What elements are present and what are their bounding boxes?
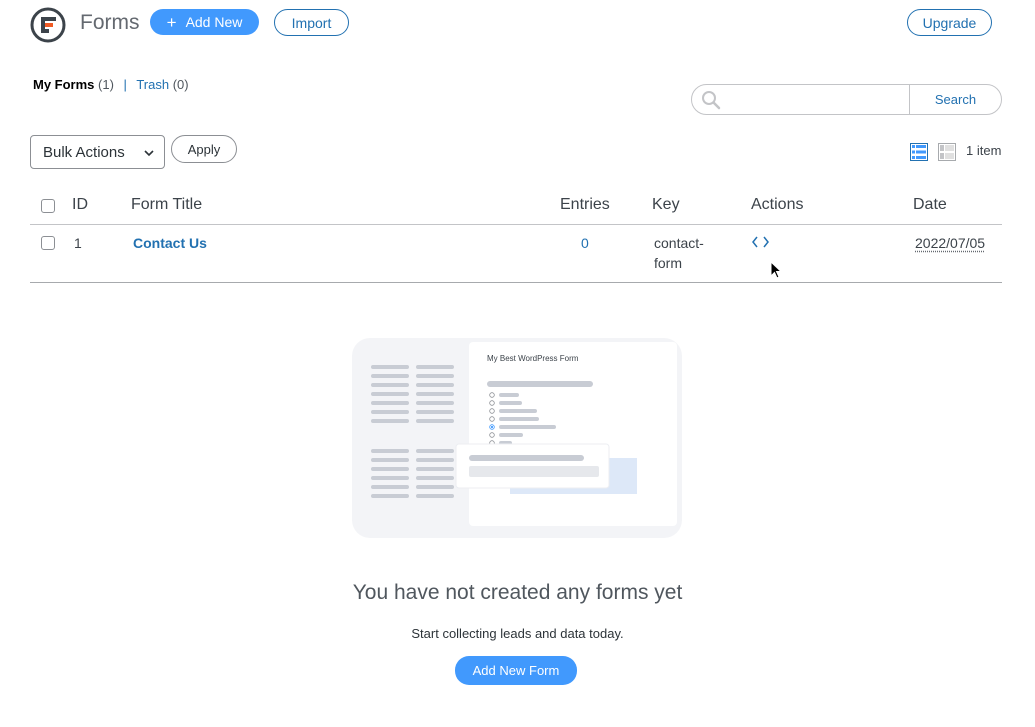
search-button[interactable]: Search — [910, 85, 1001, 114]
column-header-id[interactable]: ID — [72, 196, 88, 214]
bulk-actions-select[interactable]: Bulk Actions — [30, 135, 165, 169]
column-header-date[interactable]: Date — [913, 196, 947, 214]
table-bottom-divider — [30, 282, 1002, 283]
form-key-line-1: contact- — [654, 235, 704, 251]
empty-state-subtext: Start collecting leads and data today. — [411, 626, 624, 641]
column-header-form-title[interactable]: Form Title — [131, 196, 202, 214]
plus-icon: + — [166, 12, 177, 32]
form-key-line-2: form — [654, 255, 682, 271]
code-embed-icon[interactable] — [752, 235, 769, 253]
import-button[interactable]: Import — [274, 9, 349, 36]
entries-count-link[interactable]: 0 — [581, 235, 589, 251]
form-title-link[interactable]: Contact Us — [133, 235, 207, 251]
excerpt-view-icon[interactable] — [938, 143, 956, 166]
trash-count: (0) — [172, 77, 189, 92]
my-forms-link[interactable]: My Forms — [33, 77, 94, 92]
empty-state-illustration: My Best WordPress Form — [352, 336, 682, 539]
cursor-icon — [770, 260, 783, 284]
table-row — [30, 225, 1002, 282]
bulk-actions-value: Bulk Actions — [43, 143, 125, 161]
list-view-icon[interactable] — [910, 143, 928, 166]
add-new-button[interactable]: + Add New — [150, 9, 259, 35]
search-box: Search — [691, 84, 1002, 115]
page-title: Forms — [80, 11, 140, 34]
add-new-label: Add New — [185, 14, 243, 30]
select-all-checkbox[interactable] — [41, 199, 55, 213]
formidable-logo-icon[interactable] — [30, 7, 66, 43]
column-header-entries[interactable]: Entries — [560, 196, 610, 214]
search-input[interactable] — [692, 85, 910, 114]
apply-button[interactable]: Apply — [171, 135, 237, 163]
form-date: 2022/07/05 — [915, 235, 986, 251]
column-header-key[interactable]: Key — [652, 196, 680, 214]
illustration-form-title: My Best WordPress Form — [487, 354, 579, 363]
view-separator: | — [123, 77, 127, 92]
view-filters: My Forms (1) | Trash (0) — [33, 77, 189, 92]
upgrade-button[interactable]: Upgrade — [907, 9, 992, 36]
search-icon — [702, 90, 721, 109]
add-new-form-button[interactable]: Add New Form — [455, 656, 577, 685]
my-forms-count: (1) — [98, 77, 114, 92]
empty-state-heading: You have not created any forms yet — [352, 581, 683, 604]
form-id: 1 — [74, 235, 82, 251]
column-header-actions: Actions — [751, 196, 804, 213]
trash-link[interactable]: Trash — [136, 77, 169, 92]
row-checkbox[interactable] — [41, 236, 55, 250]
chevron-down-icon — [144, 150, 154, 157]
items-count: 1 item — [966, 143, 1002, 158]
form-key: contact- form — [654, 233, 704, 273]
